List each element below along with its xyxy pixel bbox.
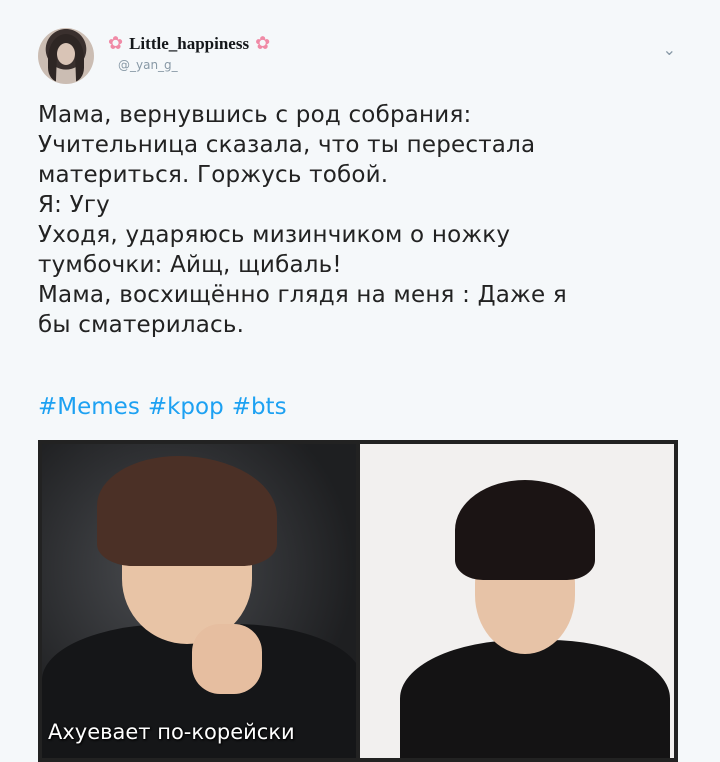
avatar-face [57,43,75,65]
person-hair [455,480,595,580]
avatar[interactable] [38,28,94,84]
chevron-down-icon[interactable]: ⌄ [663,40,676,59]
user-info: ✿ Little_happiness ✿ @_yan_g_ [108,34,270,72]
hashtag-link[interactable]: #bts [232,394,287,420]
tweet-line: Учительница сказала, что ты перестала [38,132,536,158]
photo-caption: Ахуевает по-корейски [48,720,295,744]
tweet-line: бы сматерилась. [38,312,245,338]
flower-icon: ✿ [255,33,271,54]
tweet-line: материться. Горжусь тобой. [38,162,389,188]
user-handle[interactable]: @_yan_g_ [118,58,270,72]
name-row: ✿ Little_happiness ✿ [108,34,270,54]
tweet-text: Мама, вернувшись с род собрания: Учитель… [38,100,678,340]
hashtag-link[interactable]: #Memes [38,394,140,420]
hashtags: #Memes #kpop #bts [38,394,287,420]
flower-icon: ✿ [108,33,124,54]
photo-right[interactable] [360,444,674,758]
display-name[interactable]: Little_happiness [129,34,249,54]
tweet-card: ✿ Little_happiness ✿ @_yan_g_ ⌄ Мама, ве… [0,0,720,762]
tweet-line: Мама, восхищённо глядя на меня : Даже я [38,282,567,308]
tweet-line: Я: Угу [38,192,110,218]
photo-left[interactable]: Ахуевает по-корейски [42,444,356,758]
person-body [400,640,670,758]
tweet-line: Уходя, ударяюсь мизинчиком о ножку [38,222,511,248]
tweet-line: Мама, вернувшись с род собрания: [38,102,472,128]
media-grid: Ахуевает по-корейски [38,440,678,762]
person-hand [192,624,262,694]
hashtag-link[interactable]: #kpop [148,394,224,420]
tweet-line: тумбочки: Айщ, щибаль! [38,252,342,278]
